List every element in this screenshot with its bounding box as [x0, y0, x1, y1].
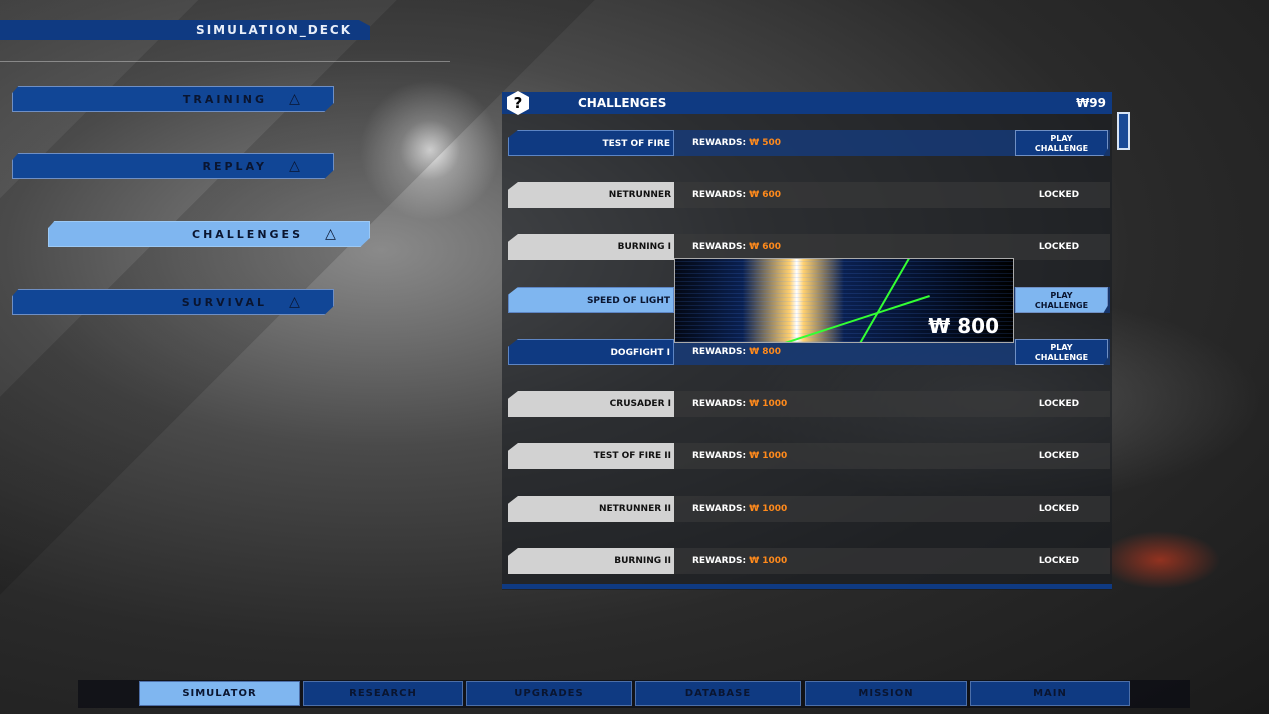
locked-status: LOCKED	[1038, 399, 1080, 409]
menu-label: SURVIVAL	[181, 296, 267, 309]
ship-icon: △	[289, 91, 303, 107]
challenge-row[interactable]: BURNING I REWARDS: ₩ 600 LOCKED	[508, 234, 1110, 260]
help-icon[interactable]: ?	[507, 91, 529, 115]
menu-label: CHALLENGES	[192, 228, 303, 241]
panel-footer	[502, 584, 1112, 589]
rewards-label: REWARDS:	[692, 347, 747, 357]
play-challenge-button[interactable]: PLAY CHALLENGE	[1015, 339, 1108, 365]
challenge-name[interactable]: CRUSADER I	[508, 391, 674, 417]
page-title: SIMULATION_DECK	[0, 20, 370, 40]
rewards: REWARDS: ₩ 600	[692, 234, 781, 260]
rewards: REWARDS: ₩ 1000	[692, 548, 787, 574]
challenge-name[interactable]: TEST OF FIRE	[508, 130, 674, 156]
locked-status: LOCKED	[1038, 504, 1080, 514]
play-label: CHALLENGE	[1034, 301, 1089, 310]
rewards-label: REWARDS:	[692, 556, 747, 566]
reward-amount: ₩ 600	[749, 242, 782, 252]
rewards: REWARDS: ₩ 1000	[692, 443, 787, 469]
play-challenge-button[interactable]: PLAY CHALLENGE	[1015, 287, 1108, 313]
challenge-name[interactable]: NETRUNNER	[508, 182, 674, 208]
ship-icon: △	[325, 226, 339, 242]
reward-amount: ₩ 1000	[749, 399, 788, 409]
tab-upgrades[interactable]: UPGRADES	[466, 681, 632, 706]
tab-database[interactable]: DATABASE	[635, 681, 801, 706]
challenge-row[interactable]: NETRUNNER II REWARDS: ₩ 1000 LOCKED	[508, 496, 1110, 522]
challenge-name[interactable]: BURNING I	[508, 234, 674, 260]
rewards-label: REWARDS:	[692, 399, 747, 409]
locked-status: LOCKED	[1038, 242, 1080, 252]
scrollbar-thumb[interactable]	[1117, 112, 1130, 150]
tab-research[interactable]: RESEARCH	[303, 681, 463, 706]
challenge-preview-image: ₩ 800	[674, 258, 1014, 343]
reward-amount: ₩ 1000	[749, 556, 788, 566]
challenge-row[interactable]: TEST OF FIRE II REWARDS: ₩ 1000 LOCKED	[508, 443, 1110, 469]
panel-header: ? CHALLENGES ₩99	[502, 91, 1112, 115]
tab-mission[interactable]: MISSION	[805, 681, 967, 706]
challenge-name[interactable]: NETRUNNER II	[508, 496, 674, 522]
tab-simulator[interactable]: SIMULATOR	[139, 681, 300, 706]
menu-training[interactable]: TRAINING △	[12, 86, 334, 112]
challenge-name[interactable]: SPEED OF LIGHT	[508, 287, 674, 313]
challenge-name[interactable]: DOGFIGHT I	[508, 339, 674, 365]
rewards-label: REWARDS:	[692, 138, 747, 148]
play-label: PLAY	[1050, 291, 1073, 300]
reward-amount: ₩ 800	[749, 347, 782, 357]
ship-icon: △	[289, 294, 303, 310]
menu-survival[interactable]: SURVIVAL △	[12, 289, 334, 315]
menu-challenges[interactable]: CHALLENGES △	[48, 221, 370, 247]
tab-main[interactable]: MAIN	[970, 681, 1130, 706]
rewards-label: REWARDS:	[692, 451, 747, 461]
ship-icon: △	[289, 158, 303, 174]
menu-label: REPLAY	[202, 160, 267, 173]
reward-amount: ₩ 600	[749, 190, 782, 200]
rewards: REWARDS: ₩ 600	[692, 182, 781, 208]
locked-status: LOCKED	[1038, 190, 1080, 200]
rewards: REWARDS: ₩ 1000	[692, 391, 787, 417]
rewards-label: REWARDS:	[692, 190, 747, 200]
rewards: REWARDS: ₩ 500	[692, 130, 781, 156]
challenge-row[interactable]: NETRUNNER REWARDS: ₩ 600 LOCKED	[508, 182, 1110, 208]
reward-amount: ₩ 1000	[749, 451, 788, 461]
challenge-row[interactable]: CRUSADER I REWARDS: ₩ 1000 LOCKED	[508, 391, 1110, 417]
challenge-row[interactable]: BURNING II REWARDS: ₩ 1000 LOCKED	[508, 548, 1110, 574]
play-label: CHALLENGE	[1034, 144, 1089, 153]
panel-title: CHALLENGES	[578, 96, 667, 110]
reward-amount: ₩ 1000	[749, 504, 788, 514]
play-label: CHALLENGE	[1034, 353, 1089, 362]
preview-price: ₩ 800	[928, 314, 999, 338]
rewards: REWARDS: ₩ 1000	[692, 496, 787, 522]
menu-replay[interactable]: REPLAY △	[12, 153, 334, 179]
locked-status: LOCKED	[1038, 556, 1080, 566]
currency-balance: ₩99	[1076, 96, 1106, 110]
rewards-label: REWARDS:	[692, 242, 747, 252]
challenge-row[interactable]: TEST OF FIRE REWARDS: ₩ 500 PLAY CHALLENGE	[508, 130, 1110, 156]
reward-amount: ₩ 500	[749, 138, 782, 148]
challenge-name[interactable]: BURNING II	[508, 548, 674, 574]
menu-label: TRAINING	[182, 93, 267, 106]
challenge-name[interactable]: TEST OF FIRE II	[508, 443, 674, 469]
play-label: PLAY	[1050, 343, 1073, 352]
locked-status: LOCKED	[1038, 451, 1080, 461]
play-label: PLAY	[1050, 134, 1073, 143]
rewards-label: REWARDS:	[692, 504, 747, 514]
play-challenge-button[interactable]: PLAY CHALLENGE	[1015, 130, 1108, 156]
divider	[0, 61, 450, 62]
